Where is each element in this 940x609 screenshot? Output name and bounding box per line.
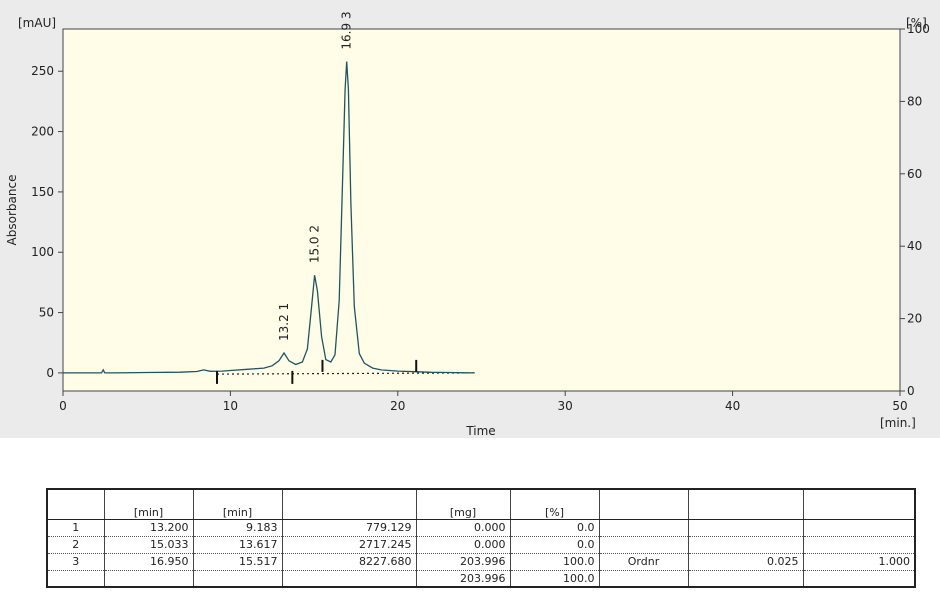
table-row: 2 15.033 13.617 2717.245 0.000 0.0 (47, 536, 915, 554)
table-header-row: [min] [min] [mg] [%] (47, 489, 915, 520)
table-row: 203.996 100.0 (47, 570, 915, 587)
x-tick-label: 50 (892, 399, 907, 413)
y2-tick-label: 0 (907, 384, 915, 398)
y-axis-unit: [mAU] (18, 16, 56, 30)
table-cell (687, 519, 803, 537)
table-cell: 9.183 (192, 519, 282, 537)
table-cell: 0.000 (415, 536, 510, 554)
table-cell: 779.129 (281, 519, 416, 537)
table-cell: 15.033 (103, 536, 193, 554)
table-cell: 16.950 (103, 553, 193, 571)
table-cell: 2717.245 (281, 536, 416, 554)
table-cell (598, 570, 688, 587)
x-tick-label: 40 (725, 399, 740, 413)
table-header-cell (281, 489, 416, 520)
table-cell: 0.0 (509, 536, 599, 554)
table-cell (47, 570, 104, 587)
table-row: 3 16.950 15.517 8227.680 203.996 100.0 Ordnr 0.… (47, 553, 915, 571)
table-header-cell (802, 489, 915, 520)
chromatogram-panel: 0 10 20 30 40 50 0 50 100 150 200 250 0 20 40 60 80 100 1… (0, 0, 940, 438)
table-row: 1 13.200 9.183 779.129 0.000 0.0 (47, 519, 915, 537)
table-cell (281, 570, 416, 587)
y2-tick-label: 60 (907, 167, 922, 181)
chromatogram-chart: 0 10 20 30 40 50050100150200250020406080100 1… (5, 11, 930, 438)
table-cell: 100.0 (509, 553, 599, 571)
y-axis-title: Absorbance (5, 175, 19, 246)
table-cell (802, 536, 915, 554)
table-cell: 2 (47, 536, 104, 554)
table-cell: Ordnr (598, 553, 688, 571)
table-header-cell: [min] (103, 489, 193, 520)
table-header-cell: [%] (509, 489, 599, 520)
table-header-cell (687, 489, 803, 520)
x-tick-label: 10 (223, 399, 238, 413)
peak-label: 15.0 2 (308, 225, 322, 263)
table-cell (598, 536, 688, 554)
table-cell (598, 519, 688, 537)
table-header-cell (598, 489, 688, 520)
table-cell (687, 570, 803, 587)
table-cell (103, 570, 193, 587)
table-cell: 203.996 (415, 553, 510, 571)
table-cell: 0.0 (509, 519, 599, 537)
table-cell: 13.617 (192, 536, 282, 554)
table-header-cell (47, 489, 104, 520)
y-tick-label: 250 (31, 64, 54, 78)
table-cell: 3 (47, 553, 104, 571)
peak-results-table: [min] [min] [mg] [%] 1 13.200 9.183 779.129 0.00… (46, 488, 916, 588)
y-tick-label: 100 (31, 245, 54, 259)
peak-label: 16.9 3 (340, 11, 354, 49)
y2-tick-label: 80 (907, 94, 922, 108)
x-tick-label: 20 (390, 399, 405, 413)
x-axis-unit: [min.] (880, 416, 916, 430)
table-cell (192, 570, 282, 587)
table-cell: 8227.680 (281, 553, 416, 571)
x-tick-label: 0 (59, 399, 67, 413)
x-axis-title: Time (465, 424, 495, 438)
table-cell (802, 519, 915, 537)
x-tick-label: 30 (558, 399, 573, 413)
plot-area (62, 28, 901, 392)
y-tick-label: 200 (31, 125, 54, 139)
peak-label: 13.2 1 (277, 303, 291, 341)
y2-axis-unit: [%] (906, 16, 927, 30)
y-tick-label: 50 (39, 306, 54, 320)
table-cell: 13.200 (103, 519, 193, 537)
table-cell: 0.000 (415, 519, 510, 537)
y2-tick-label: 20 (907, 312, 922, 326)
y-tick-label: 150 (31, 185, 54, 199)
table-header-cell: [min] (192, 489, 282, 520)
table-cell: 203.996 (415, 570, 510, 587)
table-cell: 1 (47, 519, 104, 537)
table-header-cell: [mg] (415, 489, 510, 520)
y-tick-label: 0 (46, 366, 54, 380)
y2-tick-label: 40 (907, 239, 922, 253)
table-cell: 0.025 (687, 553, 803, 571)
table-cell: 15.517 (192, 553, 282, 571)
table-cell: 100.0 (509, 570, 599, 587)
table-cell (687, 536, 803, 554)
table-cell: 1.000 (802, 553, 915, 571)
table-cell (802, 570, 915, 587)
